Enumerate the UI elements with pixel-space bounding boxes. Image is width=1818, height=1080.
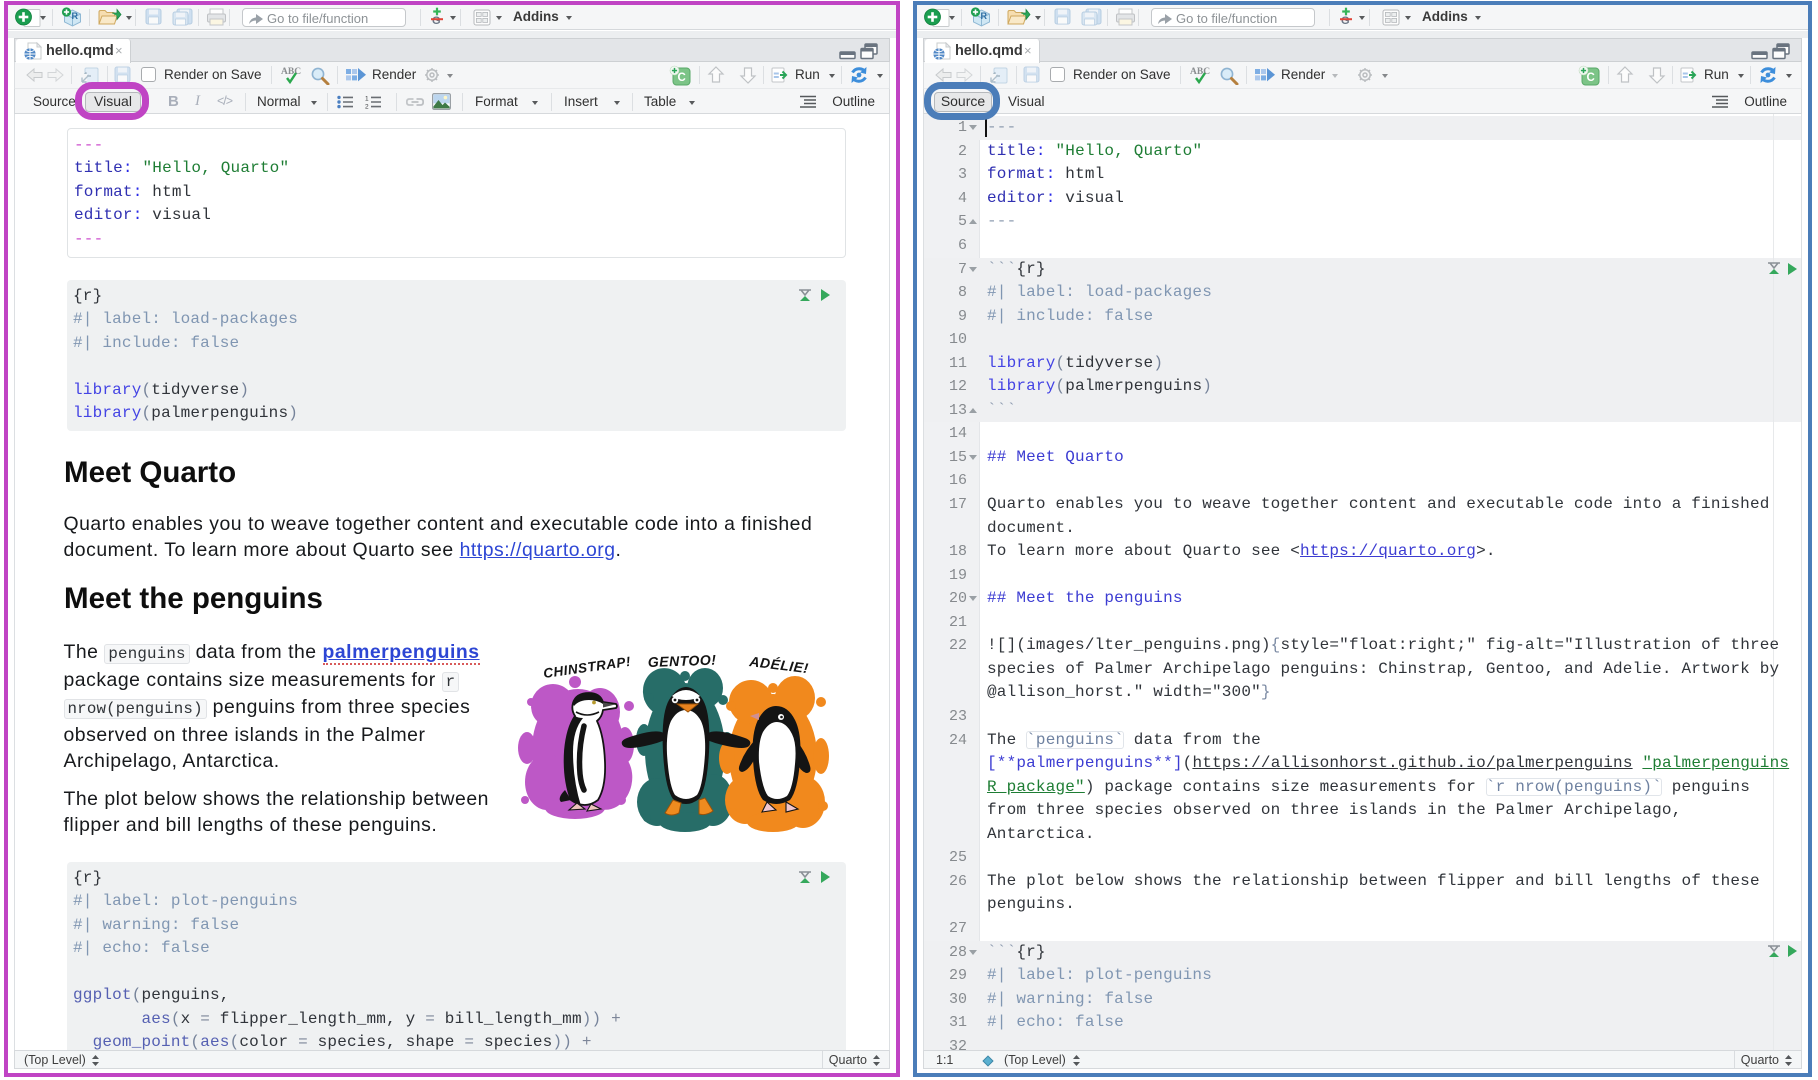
svg-text:2: 2 [365,104,369,109]
svg-text:GENTOO!: GENTOO! [648,652,717,670]
svg-text:ABC: ABC [1190,67,1210,77]
svg-text:G: G [432,15,441,27]
svg-text:ADÉLIE!: ADÉLIE! [748,653,810,676]
svg-text:CHINSTRAP!: CHINSTRAP! [542,654,631,681]
svg-text:G: G [1341,15,1350,27]
svg-text:R: R [981,11,988,21]
svg-text:R: R [72,11,79,21]
svg-text:1: 1 [365,95,369,102]
svg-text:C: C [678,72,686,84]
svg-text:C: C [1587,72,1595,84]
svg-text:ABC: ABC [281,67,301,77]
